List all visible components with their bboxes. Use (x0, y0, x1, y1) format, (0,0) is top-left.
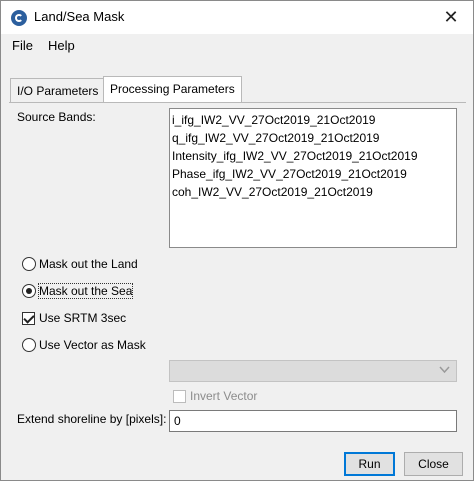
shoreline-input[interactable] (169, 410, 457, 432)
source-bands-list[interactable]: i_ifg_IW2_VV_27Oct2019_21Oct2019 q_ifg_I… (169, 108, 457, 248)
tab-io-parameters[interactable]: I/O Parameters (10, 78, 106, 102)
radio-button[interactable] (22, 338, 36, 352)
shoreline-label: Extend shoreline by [pixels]: (17, 412, 167, 426)
close-button[interactable]: Close (404, 452, 463, 476)
chevron-down-icon (439, 364, 450, 378)
mask-land-radio[interactable]: Mask out the Land (22, 255, 138, 273)
use-vector-radio[interactable]: Use Vector as Mask (22, 336, 146, 354)
app-icon (11, 10, 27, 26)
menu-help[interactable]: Help (48, 38, 75, 53)
close-window-button[interactable]: ✕ (429, 1, 473, 33)
band-item[interactable]: coh_IW2_VV_27Oct2019_21Oct2019 (171, 183, 456, 201)
mask-land-label: Mask out the Land (39, 257, 138, 271)
band-item[interactable]: Phase_ifg_IW2_VV_27Oct2019_21Oct2019 (171, 165, 456, 183)
vector-select[interactable] (169, 360, 457, 382)
run-button[interactable]: Run (344, 452, 395, 476)
radio-button-selected[interactable] (22, 284, 36, 298)
use-vector-label: Use Vector as Mask (39, 338, 146, 352)
title-bar: Land/Sea Mask ✕ (1, 1, 473, 34)
band-item[interactable]: i_ifg_IW2_VV_27Oct2019_21Oct2019 (171, 111, 456, 129)
band-item[interactable]: Intensity_ifg_IW2_VV_27Oct2019_21Oct2019 (171, 147, 456, 165)
mask-sea-label: Mask out the Sea (37, 283, 134, 299)
checkbox-checked[interactable] (22, 311, 35, 325)
menu-file[interactable]: File (12, 38, 33, 53)
source-bands-label: Source Bands: (17, 110, 96, 124)
mask-sea-radio[interactable]: Mask out the Sea (22, 282, 134, 300)
menu-bar: File Help (1, 34, 473, 57)
checkbox-disabled[interactable] (173, 389, 186, 403)
invert-vector-checkbox[interactable]: Invert Vector (173, 387, 257, 405)
use-srtm-checkbox[interactable]: Use SRTM 3sec (22, 309, 126, 327)
radio-button[interactable] (22, 257, 36, 271)
band-item[interactable]: q_ifg_IW2_VV_27Oct2019_21Oct2019 (171, 129, 456, 147)
tab-processing-parameters[interactable]: Processing Parameters (103, 76, 242, 102)
invert-vector-label: Invert Vector (190, 389, 258, 403)
tab-strip: I/O Parameters Processing Parameters (1, 57, 473, 103)
window-title: Land/Sea Mask (34, 9, 125, 24)
land-sea-mask-dialog: Land/Sea Mask ✕ File Help I/O Parameters… (0, 0, 474, 481)
use-srtm-label: Use SRTM 3sec (39, 311, 127, 325)
